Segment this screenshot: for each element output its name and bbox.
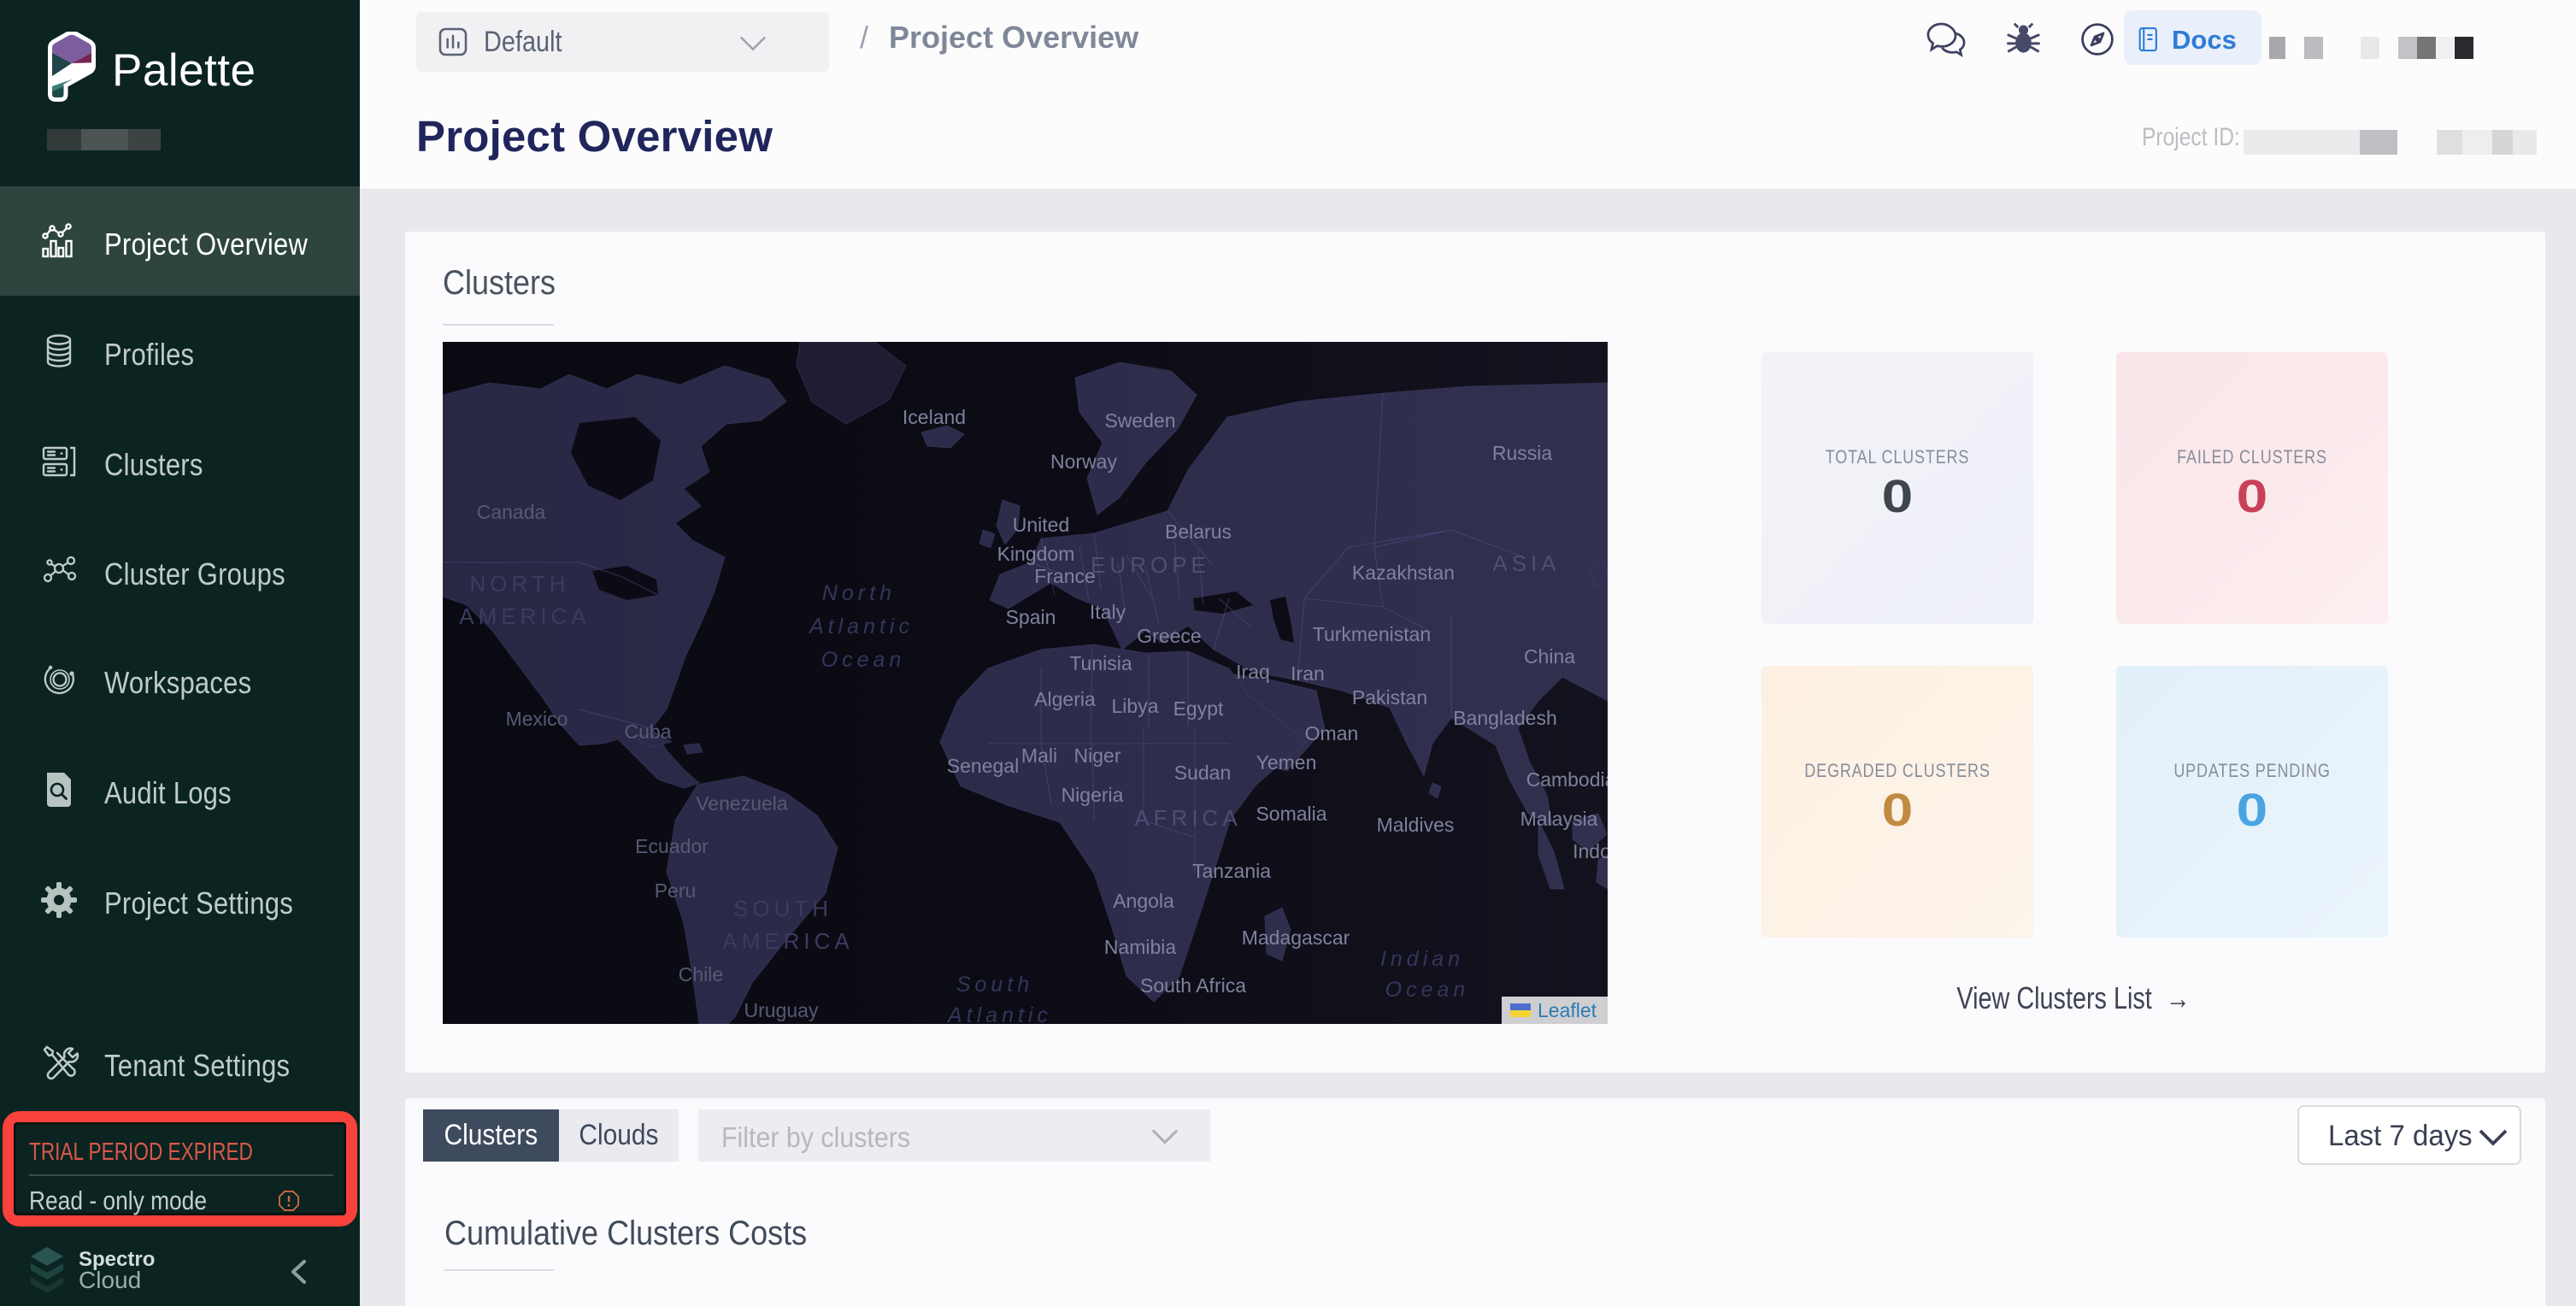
svg-text:Namibia: Namibia [1104, 936, 1177, 958]
svg-text:Atlantic: Atlantic [808, 615, 914, 638]
svg-text:United: United [1013, 514, 1069, 536]
svg-text:Bangladesh: Bangladesh [1453, 707, 1557, 729]
svg-text:Tanzania: Tanzania [1192, 860, 1271, 882]
svg-text:South Africa: South Africa [1140, 974, 1246, 997]
svg-text:Madagascar: Madagascar [1242, 927, 1350, 949]
svg-text:Chile: Chile [679, 963, 723, 985]
svg-text:Iceland: Iceland [903, 406, 966, 428]
svg-text:Libya: Libya [1112, 695, 1159, 717]
svg-text:Egypt: Egypt [1173, 697, 1224, 720]
svg-text:Algeria: Algeria [1034, 688, 1096, 710]
svg-text:Mali: Mali [1021, 744, 1057, 767]
svg-text:EUROPE: EUROPE [1091, 552, 1210, 578]
svg-text:Kingdom: Kingdom [997, 543, 1075, 565]
svg-text:Spain: Spain [1006, 606, 1056, 628]
svg-text:Senegal: Senegal [947, 755, 1019, 777]
svg-text:Ocean: Ocean [1385, 978, 1470, 1002]
svg-text:Iran: Iran [1291, 662, 1325, 685]
svg-text:China: China [1524, 645, 1575, 668]
svg-text:ASIA: ASIA [1492, 550, 1560, 576]
svg-text:Venezuela: Venezuela [696, 792, 788, 815]
svg-text:Norway: Norway [1050, 450, 1117, 473]
svg-text:Indian: Indian [1380, 947, 1464, 971]
svg-text:Niger: Niger [1074, 744, 1121, 767]
svg-text:Pakistan: Pakistan [1352, 686, 1427, 709]
svg-text:Indonesia: Indonesia [1573, 840, 1608, 862]
svg-text:Cambodia: Cambodia [1526, 768, 1608, 791]
svg-text:Ocean: Ocean [821, 648, 906, 672]
svg-text:Iraq: Iraq [1236, 661, 1270, 683]
svg-text:Oman: Oman [1305, 722, 1359, 744]
svg-text:NORTH: NORTH [470, 571, 570, 597]
svg-text:Uruguay: Uruguay [744, 999, 819, 1021]
svg-text:North: North [822, 581, 896, 605]
svg-text:Cuba: Cuba [625, 721, 672, 743]
svg-text:Canada: Canada [477, 501, 546, 523]
svg-text:Ecuador: Ecuador [635, 835, 709, 857]
svg-text:Peru: Peru [655, 879, 697, 902]
svg-text:Somalia: Somalia [1256, 803, 1326, 825]
svg-text:South: South [956, 973, 1033, 997]
svg-text:SOUTH: SOUTH [733, 896, 832, 921]
svg-text:Italy: Italy [1090, 601, 1126, 623]
svg-text:Sweden: Sweden [1104, 409, 1175, 432]
svg-text:Tunisia: Tunisia [1069, 652, 1132, 674]
svg-text:AMERICA: AMERICA [722, 928, 853, 954]
svg-text:AFRICA: AFRICA [1134, 805, 1241, 831]
svg-text:Angola: Angola [1113, 890, 1174, 912]
svg-text:Greece: Greece [1137, 625, 1201, 647]
svg-text:Atlantic: Atlantic [946, 1003, 1052, 1024]
svg-text:Sudan: Sudan [1174, 762, 1232, 784]
svg-text:Nigeria: Nigeria [1062, 784, 1124, 806]
svg-text:AMERICA: AMERICA [459, 603, 590, 629]
svg-text:France: France [1034, 565, 1096, 587]
svg-text:Turkmenistan: Turkmenistan [1313, 623, 1431, 645]
svg-text:Mexico: Mexico [506, 708, 568, 730]
svg-text:Belarus: Belarus [1165, 521, 1232, 543]
svg-text:Yemen: Yemen [1256, 751, 1317, 774]
svg-text:Malaysia: Malaysia [1520, 808, 1598, 830]
svg-text:Kazakhstan: Kazakhstan [1352, 562, 1455, 584]
svg-text:Russia: Russia [1492, 442, 1553, 464]
svg-text:Maldives: Maldives [1377, 814, 1455, 836]
